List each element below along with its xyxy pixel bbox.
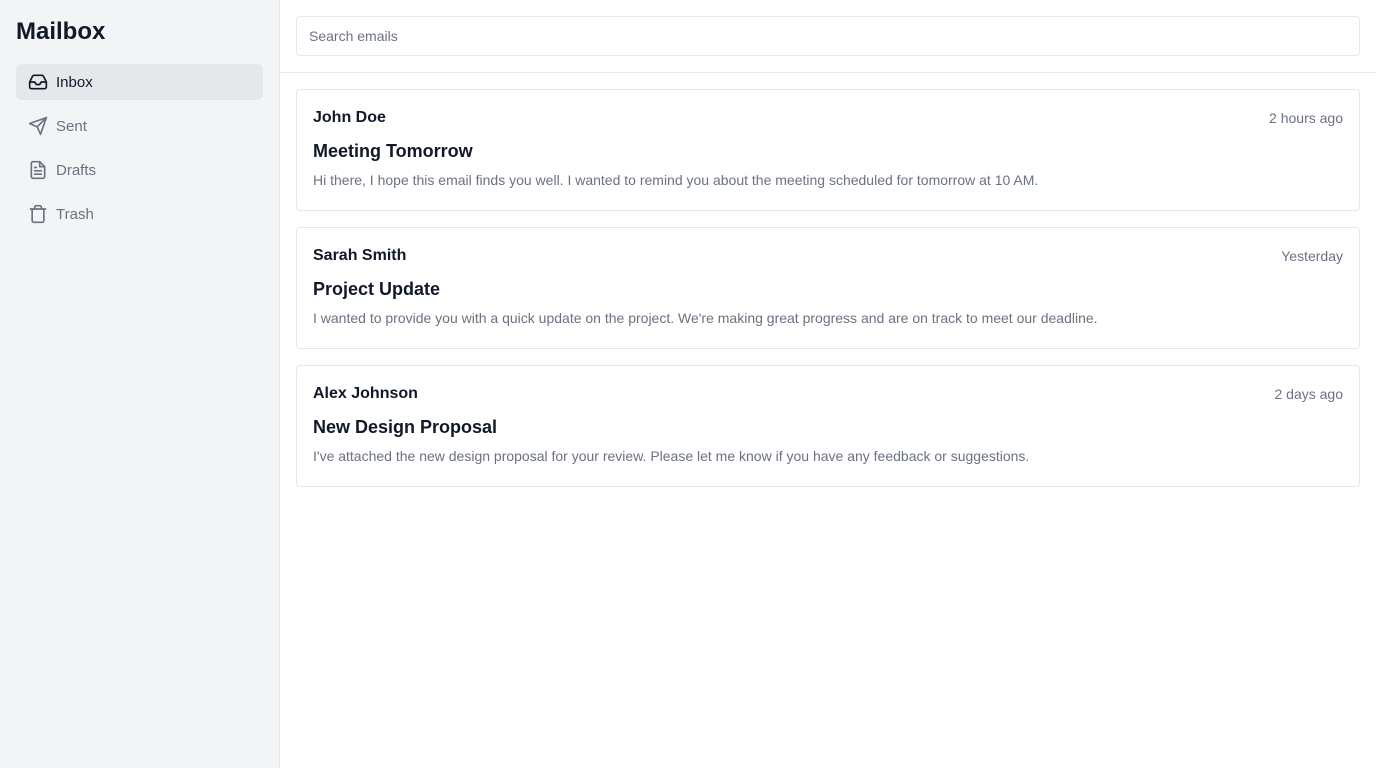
sidebar-nav: Inbox Sent Drafts Trash	[16, 64, 263, 232]
sidebar-item-sent[interactable]: Sent	[16, 108, 263, 144]
sidebar-item-label: Sent	[56, 117, 87, 135]
sidebar-item-label: Trash	[56, 205, 94, 223]
email-item[interactable]: Alex Johnson 2 days ago New Design Propo…	[296, 365, 1360, 487]
file-text-icon	[28, 160, 48, 180]
email-preview: I wanted to provide you with a quick upd…	[313, 310, 1098, 326]
sidebar: Mailbox Inbox Sent Drafts Trash	[0, 0, 280, 768]
sidebar-item-trash[interactable]: Trash	[16, 196, 263, 232]
email-preview: I've attached the new design proposal fo…	[313, 448, 1030, 464]
search-bar	[280, 0, 1376, 73]
search-input[interactable]	[296, 16, 1360, 56]
app-title: Mailbox	[16, 18, 106, 45]
email-subject: Project Update	[313, 279, 441, 299]
sidebar-item-label: Drafts	[56, 161, 97, 179]
email-sender: Alex Johnson	[313, 385, 418, 402]
email-time: Yesterday	[1281, 248, 1343, 264]
email-preview: Hi there, I hope this email finds you we…	[313, 172, 1039, 188]
email-list: John Doe 2 hours ago Meeting Tomorrow Hi…	[280, 73, 1376, 519]
app-root: Mailbox Inbox Sent Drafts Trash Search e…	[0, 0, 1376, 768]
email-subject: New Design Proposal	[313, 417, 498, 437]
sidebar-item-inbox[interactable]: Inbox	[16, 64, 263, 100]
email-item[interactable]: Sarah Smith Yesterday Project Update I w…	[296, 227, 1360, 349]
sidebar-item-drafts[interactable]: Drafts	[16, 152, 263, 188]
email-subject: Meeting Tomorrow	[313, 141, 473, 161]
trash-icon	[28, 204, 48, 224]
sidebar-item-label: Inbox	[56, 73, 93, 91]
send-icon	[28, 116, 48, 136]
email-sender: Sarah Smith	[313, 247, 407, 264]
email-item[interactable]: John Doe 2 hours ago Meeting Tomorrow Hi…	[296, 89, 1360, 211]
email-header: John Doe 2 hours ago	[313, 106, 1343, 130]
email-sender: John Doe	[313, 109, 386, 126]
email-time: 2 days ago	[1274, 386, 1344, 402]
email-header: Sarah Smith Yesterday	[313, 244, 1343, 268]
main-content: John Doe 2 hours ago Meeting Tomorrow Hi…	[280, 0, 1376, 768]
email-time: 2 hours ago	[1269, 110, 1343, 126]
inbox-icon	[28, 72, 48, 92]
email-header: Alex Johnson 2 days ago	[313, 382, 1343, 406]
